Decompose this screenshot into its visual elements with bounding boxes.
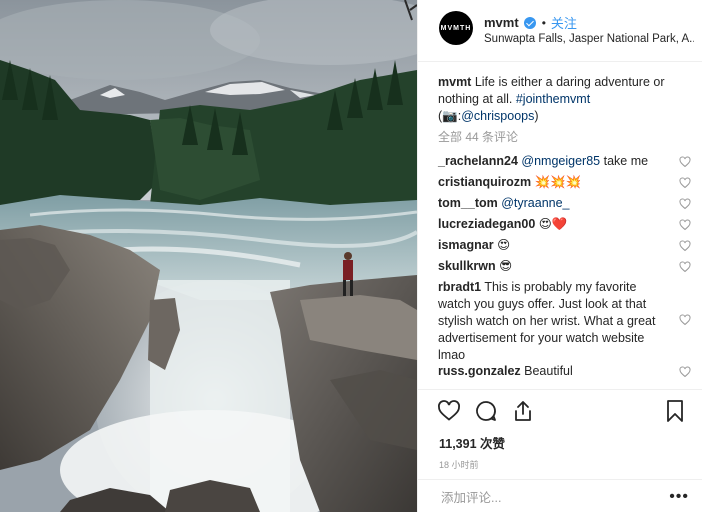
share-icon[interactable] — [511, 399, 535, 423]
post-header: MVMTH mvmt • 关注 Sunwapta Falls, Jasper N… — [418, 0, 702, 62]
comment-username[interactable]: _rachelann24 — [438, 154, 518, 168]
comment-like-heart-icon[interactable] — [679, 240, 691, 252]
comments-list[interactable]: mvmt Life is either a daring adventure o… — [418, 63, 702, 388]
comment-like-heart-icon[interactable] — [679, 198, 691, 210]
location-link[interactable]: Sunwapta Falls, Jasper National Park, A.… — [484, 33, 694, 45]
avatar-logo-text: MVMTH — [440, 24, 472, 32]
post-photo[interactable] — [0, 0, 417, 512]
comment-text: 💥💥💥 — [531, 175, 582, 189]
caption-mention[interactable]: @chrispoops — [461, 109, 534, 123]
caption-credit-suffix: ) — [534, 109, 539, 123]
likes-count[interactable]: 11,391 次赞 — [439, 433, 505, 452]
comment-username[interactable]: cristianquirozm — [438, 175, 531, 189]
instagram-post: MVMTH mvmt • 关注 Sunwapta Falls, Jasper N… — [0, 0, 702, 512]
comment-text: 😍 — [493, 238, 511, 252]
comment-row: russ.gonzalez Beautiful — [438, 363, 670, 380]
camera-credit-prefix: (📷: — [438, 109, 462, 123]
comment-like-heart-icon[interactable] — [679, 366, 691, 378]
comment-username[interactable]: skullkrwn — [438, 259, 496, 273]
follow-button[interactable]: 关注 — [551, 13, 577, 32]
comment-row: rbradt1 This is probably my favorite wat… — [438, 279, 670, 364]
post-side-panel: MVMTH mvmt • 关注 Sunwapta Falls, Jasper N… — [417, 0, 702, 512]
comment-username[interactable]: russ.gonzalez — [438, 364, 521, 378]
username-link[interactable]: mvmt — [484, 15, 519, 30]
comment-text: take me — [600, 154, 649, 168]
comment-like-heart-icon[interactable] — [679, 156, 691, 168]
comment-username[interactable]: ismagnar — [438, 238, 494, 252]
comment-like-heart-icon[interactable] — [679, 261, 691, 273]
caption-hashtag[interactable]: #jointhemvmt — [516, 92, 590, 106]
comment-text: Beautiful — [520, 364, 573, 378]
comment-row: _rachelann24 @nmgeiger85 take me — [438, 153, 670, 170]
comment-like-heart-icon[interactable] — [679, 177, 691, 189]
comment-row: tom__tom @tyraanne_ — [438, 195, 670, 212]
avatar[interactable]: MVMTH — [439, 11, 473, 45]
caption-username[interactable]: mvmt — [438, 75, 471, 89]
username-row: mvmt • 关注 — [484, 13, 577, 32]
verified-badge-icon — [523, 16, 536, 29]
comment-like-heart-icon[interactable] — [679, 314, 691, 326]
add-comment-input[interactable] — [439, 488, 663, 508]
post-timestamp: 18 小时前 — [439, 460, 479, 470]
comment-like-heart-icon[interactable] — [679, 219, 691, 231]
post-actions: 11,391 次赞 18 小时前 — [418, 389, 702, 479]
waterfall-photo — [0, 0, 417, 512]
comment-username[interactable]: lucreziadegan00 — [438, 217, 535, 231]
comment-row: ismagnar 😍 — [438, 237, 670, 254]
bookmark-icon[interactable] — [663, 399, 687, 423]
comment-username[interactable]: rbradt1 — [438, 280, 481, 294]
view-all-comments-link[interactable]: 全部 44 条评论 — [438, 128, 518, 145]
comment-mention[interactable]: @tyraanne_ — [501, 196, 569, 210]
comment-text: 😍❤️ — [535, 217, 568, 231]
post-caption: mvmt Life is either a daring adventure o… — [438, 74, 683, 125]
comment-mention[interactable]: @nmgeiger85 — [521, 154, 600, 168]
comment-username[interactable]: tom__tom — [438, 196, 498, 210]
comment-row: cristianquirozm 💥💥💥 — [438, 174, 670, 191]
separator-dot: • — [541, 15, 546, 30]
comment-text: 😎 — [495, 259, 513, 273]
like-heart-icon[interactable] — [437, 399, 461, 423]
more-options-icon[interactable]: ••• — [669, 489, 689, 505]
comment-row: lucreziadegan00 😍❤️ — [438, 216, 670, 233]
comment-row: skullkrwn 😎 — [438, 258, 670, 275]
comment-bubble-icon[interactable] — [474, 399, 498, 423]
add-comment-bar: ••• — [418, 479, 702, 512]
